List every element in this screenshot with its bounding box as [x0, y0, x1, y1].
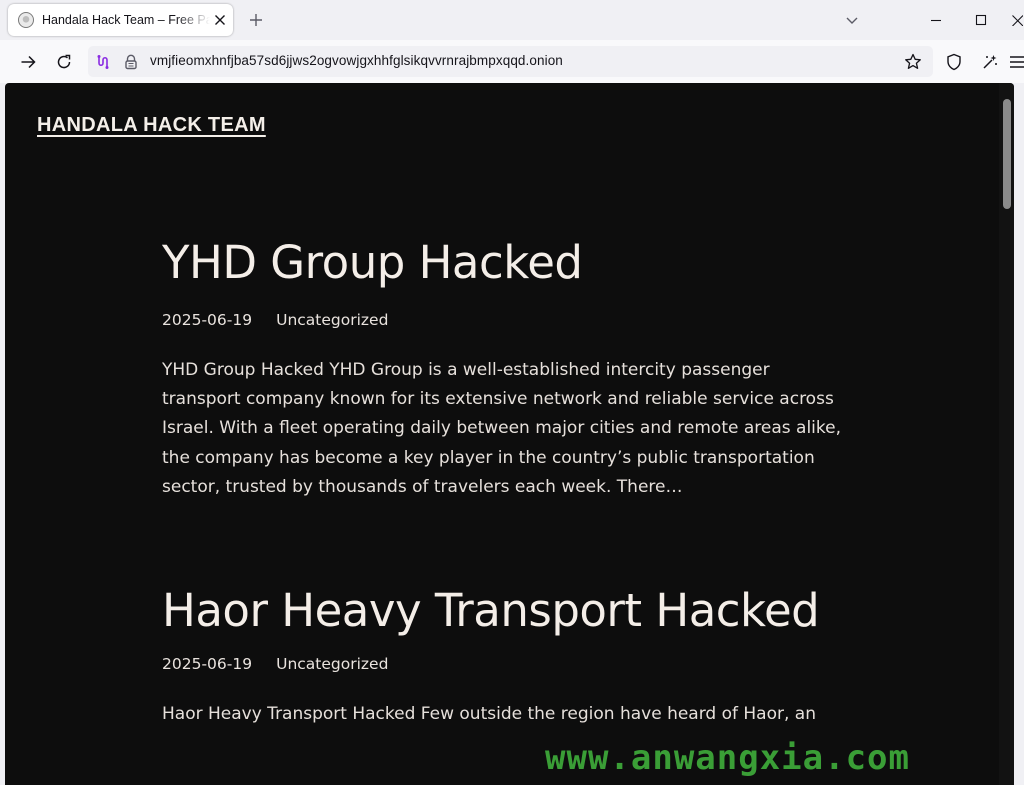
- lock-icon[interactable]: [122, 53, 140, 71]
- watermark: www.anwangxia.com: [545, 738, 910, 778]
- page-content: HANDALA HACK TEAM YHD Group Hacked 2025-…: [5, 83, 1014, 785]
- maximize-button[interactable]: [969, 8, 993, 32]
- active-tab[interactable]: Handala Hack Team – Free Pal: [8, 4, 233, 36]
- extensions-icon: [983, 55, 997, 69]
- chevron-down-icon: [846, 17, 858, 24]
- extensions-button[interactable]: [976, 48, 1004, 76]
- list-all-tabs-button[interactable]: [840, 8, 864, 32]
- post-date[interactable]: 2025-06-19: [162, 311, 252, 329]
- back-button[interactable]: [14, 48, 42, 76]
- navigation-toolbar: vmjfieomxhnfjba57sd6jjws2ogvowjgxhhfglsi…: [0, 40, 1024, 83]
- post-article: Haor Heavy Transport Hacked 2025-06-19 U…: [162, 583, 842, 729]
- app-menu-button[interactable]: [1008, 48, 1024, 76]
- shield-icon: [947, 53, 961, 71]
- post-title-link[interactable]: YHD Group Hacked: [162, 235, 842, 290]
- plus-icon: [250, 14, 262, 26]
- security-level-button[interactable]: [940, 48, 968, 76]
- app-menu-icon: [1010, 56, 1024, 68]
- new-tab-button[interactable]: [244, 8, 268, 32]
- close-tab-icon[interactable]: [210, 10, 230, 30]
- url-text[interactable]: vmjfieomxhnfjba57sd6jjws2ogvowjgxhhfglsi…: [150, 53, 563, 68]
- minimize-button[interactable]: [924, 8, 948, 32]
- minimize-icon: [931, 19, 941, 22]
- post-article: YHD Group Hacked 2025-06-19 Uncategorize…: [162, 235, 842, 502]
- bookmark-star-icon[interactable]: [904, 53, 922, 71]
- post-meta: 2025-06-19 Uncategorized: [162, 652, 842, 676]
- post-excerpt: Haor Heavy Transport Hacked Few outside …: [162, 704, 816, 724]
- reload-button[interactable]: [50, 48, 78, 76]
- maximize-icon: [975, 14, 987, 26]
- close-icon: [1012, 15, 1023, 26]
- globe-favicon-icon: [18, 12, 34, 28]
- close-window-button[interactable]: [1010, 8, 1024, 32]
- post-excerpt: YHD Group Hacked YHD Group is a well-est…: [162, 360, 841, 497]
- onion-circuit-icon[interactable]: [94, 53, 112, 71]
- url-bar[interactable]: vmjfieomxhnfjba57sd6jjws2ogvowjgxhhfglsi…: [88, 46, 933, 77]
- back-arrow-icon: [21, 55, 36, 69]
- tab-title: Handala Hack Team – Free Pal: [42, 13, 210, 27]
- scrollbar[interactable]: [999, 83, 1014, 785]
- scrollbar-thumb[interactable]: [1003, 99, 1011, 209]
- post-date[interactable]: 2025-06-19: [162, 655, 252, 673]
- reload-icon: [57, 54, 71, 69]
- post-title-link[interactable]: Haor Heavy Transport Hacked: [162, 583, 842, 638]
- site-title-link[interactable]: HANDALA HACK TEAM: [37, 114, 266, 137]
- post-meta: 2025-06-19 Uncategorized: [162, 308, 842, 332]
- post-category-link[interactable]: Uncategorized: [276, 655, 388, 673]
- tab-strip: Handala Hack Team – Free Pal: [0, 0, 1024, 40]
- post-category-link[interactable]: Uncategorized: [276, 311, 388, 329]
